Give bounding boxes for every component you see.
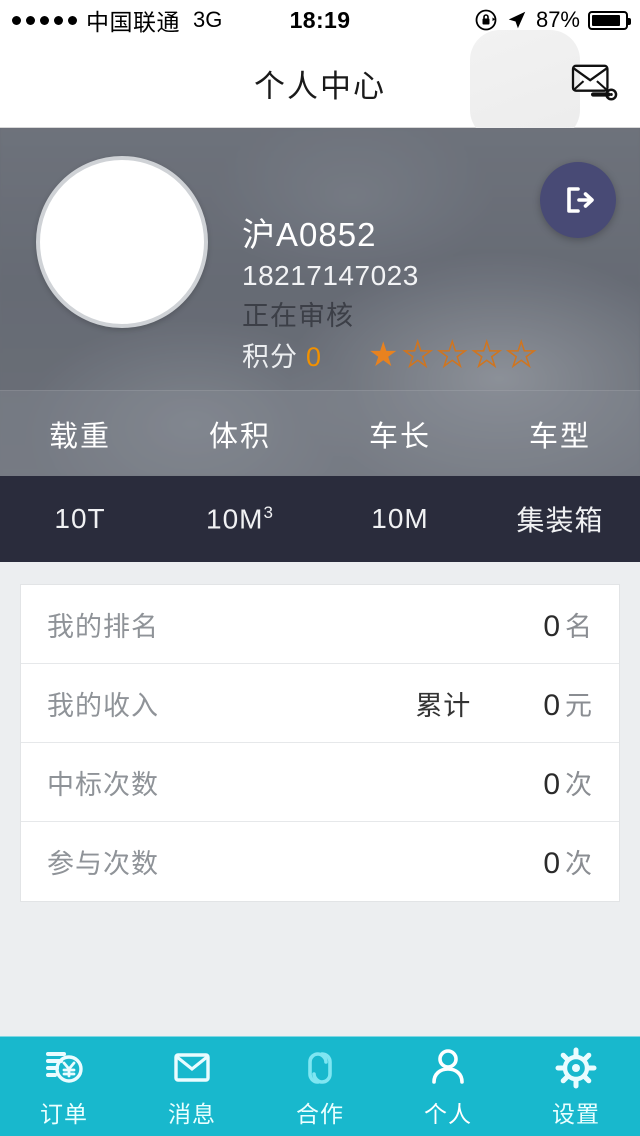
star-empty: ★ [471,335,503,374]
stat-label: 参与次数 [47,849,159,879]
star-empty: ★ [505,335,537,374]
tab-messages[interactable]: 消息 [128,1037,256,1136]
plate-number: 沪A0852 [242,216,377,253]
order-receipt-icon [42,1044,86,1090]
logout-button[interactable] [540,162,616,238]
score-label: 积分 0 [242,335,322,374]
battery-percent-label: 87% [535,7,580,32]
spec-label-type: 车型 [528,420,591,453]
profile-header-card: 沪A0852 18217147023 正在审核 积分 0 ★ ★ ★ ★ ★ 载重… [0,128,640,476]
tab-label: 消息 [168,1101,216,1127]
person-icon [426,1044,470,1090]
stat-number: 0 [543,609,561,643]
table-row[interactable]: 我的排名 0名 [21,585,619,664]
stat-value: 0名 [543,605,593,644]
spec-value-type: 集装箱 [516,505,604,536]
star-empty: ★ [402,335,434,374]
spec-label-load: 载重 [48,420,111,453]
table-row[interactable]: 参与次数 0次 [21,822,619,901]
tab-orders[interactable]: 订单 [0,1037,128,1136]
bottom-tab-bar: 订单 消息 合作 个人 设置 [0,1036,640,1136]
location-arrow-icon [508,11,526,29]
spec-label-row: 载重 体积 车长 车型 [0,390,640,476]
envelope-icon [170,1044,214,1090]
tab-settings[interactable]: 设置 [512,1037,640,1136]
stat-unit: 名 [565,611,593,642]
stat-number: 0 [543,767,561,801]
tab-label: 合作 [296,1101,344,1127]
stat-number: 0 [543,688,561,722]
spec-value-row: 10T 10M3 10M 集装箱 [0,476,640,562]
stat-value: 0次 [543,763,593,802]
envelope-key-icon[interactable] [564,56,626,112]
stat-unit: 次 [565,769,593,800]
chain-links-icon [298,1044,342,1090]
battery-icon [588,10,631,30]
tab-label: 订单 [40,1101,88,1127]
stat-label: 中标次数 [47,769,159,800]
logout-arrow-icon [567,187,594,213]
status-bar-right: 87% [474,7,631,33]
score-value: 0 [306,342,323,372]
tab-profile[interactable]: 个人 [384,1037,512,1136]
table-row[interactable]: 中标次数 0次 [21,743,619,822]
profile-info: 沪A0852 18217147023 正在审核 积分 0 ★ ★ ★ ★ ★ [242,208,537,374]
profile-content: 沪A0852 18217147023 正在审核 积分 0 ★ ★ ★ ★ ★ [0,128,640,374]
page-title: 个人中心 [254,69,386,104]
spec-value-load: 10T [54,503,106,534]
stat-number: 0 [543,847,561,880]
tab-label: 设置 [552,1101,600,1127]
tab-label: 个人 [424,1101,472,1127]
phone-number: 18217147023 [242,260,419,291]
stat-label: 我的排名 [47,611,159,642]
table-row[interactable]: 我的收入 累计 0元 [21,664,619,743]
rotation-lock-icon [475,9,497,31]
stat-unit: 次 [565,849,593,879]
star-filled: ★ [368,335,399,374]
score-label-text: 积分 [242,342,298,372]
rating-stars[interactable]: ★ ★ ★ ★ ★ [368,335,537,374]
navigation-bar: 个人中心 [0,30,640,140]
stats-card: 我的排名 0名 我的收入 累计 0元 中标次数 0次 参与次数 0次 [20,584,620,902]
stat-value: 0次 [543,842,593,881]
account-status: 正在审核 [242,301,354,331]
star-empty: ★ [436,335,468,374]
spec-value-volume: 10M3 [206,502,274,535]
stat-label: 我的收入 [47,690,159,721]
stat-middle-label: 累计 [415,690,472,721]
stat-value: 0元 [543,684,593,723]
gear-icon [554,1044,598,1090]
spec-value-length: 10M [371,503,429,534]
score-row: 积分 0 ★ ★ ★ ★ ★ [242,335,537,374]
spec-label-volume: 体积 [208,420,271,453]
tab-cooperation[interactable]: 合作 [256,1037,384,1136]
spec-label-length: 车长 [368,420,431,453]
avatar[interactable] [36,156,208,328]
stat-unit: 元 [565,690,593,721]
